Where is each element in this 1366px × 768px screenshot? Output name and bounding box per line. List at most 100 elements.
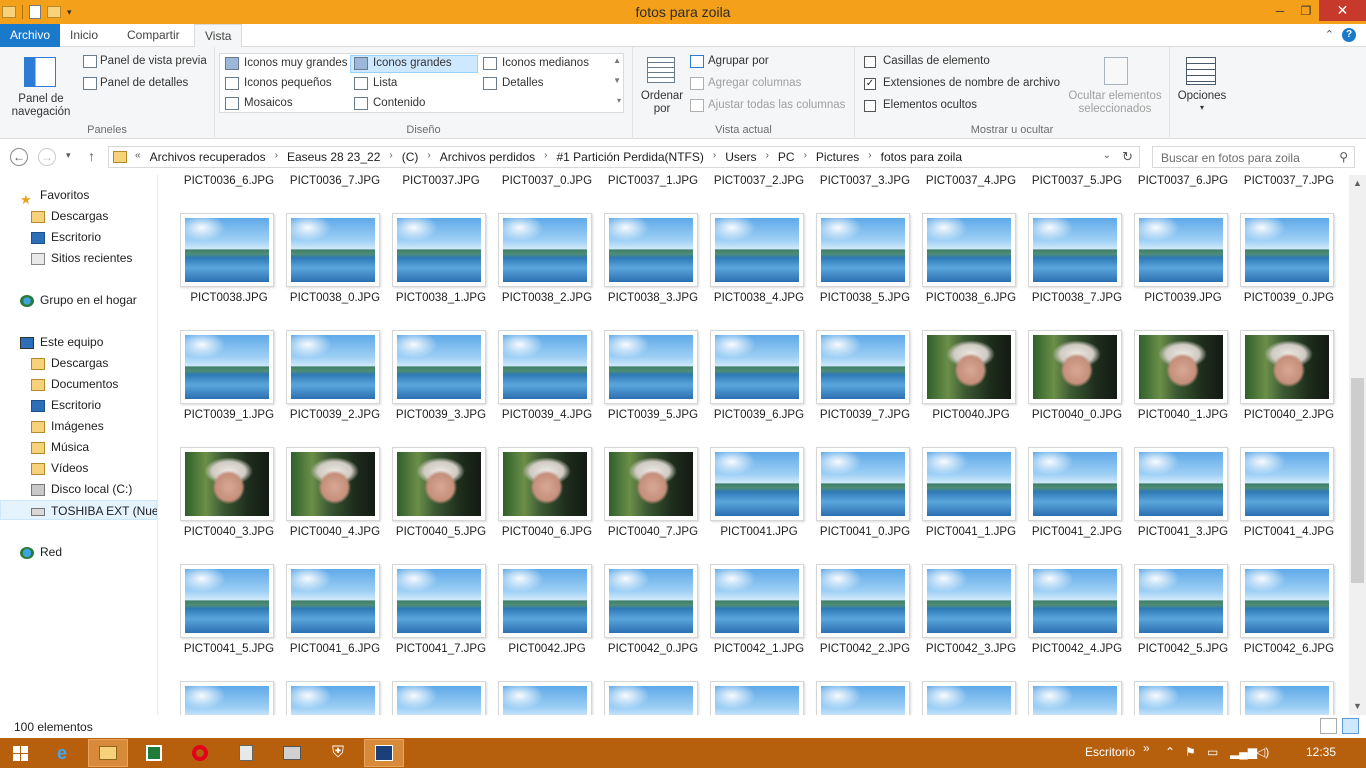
file-item[interactable] (1236, 681, 1341, 715)
taskbar-defender[interactable]: ⛨ (318, 739, 358, 767)
details-pane-button[interactable]: Panel de detalles (100, 77, 188, 89)
taskbar-notes[interactable] (226, 739, 266, 767)
file-item[interactable] (388, 681, 494, 715)
breadcrumb-separator-icon[interactable]: › (709, 150, 720, 164)
file-item[interactable]: PICT0042.JPG (494, 564, 600, 681)
breadcrumb-item[interactable]: Archivos recuperados (145, 150, 271, 164)
tab-inicio[interactable]: Inicio (60, 24, 108, 47)
navigation-pane-button[interactable]: Panel de navegación (10, 53, 72, 118)
taskbar-app-8[interactable] (364, 739, 404, 767)
file-item[interactable]: PICT0040_7.JPG (600, 447, 706, 564)
breadcrumb-overflow-icon[interactable]: « (131, 150, 145, 164)
group-by-button[interactable]: Agrupar por (708, 55, 769, 67)
clock[interactable]: 12:35 (1306, 745, 1336, 759)
breadcrumb-item[interactable]: Users (720, 150, 761, 164)
breadcrumb-item[interactable]: (C) (397, 150, 424, 164)
scroll-up-icon[interactable]: ▲ (1349, 175, 1366, 192)
file-item[interactable]: PICT0039.JPG (1130, 213, 1236, 330)
file-item[interactable]: PICT0039_1.JPG (176, 330, 282, 447)
file-item[interactable]: PICT0041_2.JPG (1024, 447, 1130, 564)
file-item[interactable]: PICT0042_6.JPG (1236, 564, 1341, 681)
search-box[interactable]: Buscar en fotos para zoila ⚲ (1152, 146, 1355, 168)
file-item[interactable]: PICT0038_2.JPG (494, 213, 600, 330)
breadcrumb-item[interactable]: PC (773, 150, 800, 164)
file-item[interactable]: PICT0037_3.JPG (812, 175, 918, 213)
nav-pc-toshiba[interactable]: TOSHIBA EXT (Nuev (0, 500, 157, 520)
file-item[interactable]: PICT0041_4.JPG (1236, 447, 1341, 564)
layout-small-icons[interactable]: Iconos pequeños (244, 77, 332, 89)
taskbar-app-6[interactable] (272, 739, 312, 767)
breadcrumb-item[interactable]: Pictures (811, 150, 864, 164)
layout-large-icons[interactable]: Iconos grandes (373, 57, 452, 69)
file-item[interactable]: PICT0041_1.JPG (918, 447, 1024, 564)
minimize-button[interactable]: ─ (1267, 0, 1293, 21)
hide-selected-button[interactable]: Ocultar elementos seleccionados (1060, 53, 1170, 117)
file-item[interactable]: PICT0042_1.JPG (706, 564, 812, 681)
file-item[interactable]: PICT0038_0.JPG (282, 213, 388, 330)
help-icon[interactable]: ? (1342, 28, 1356, 42)
file-item[interactable]: PICT0042_4.JPG (1024, 564, 1130, 681)
file-item[interactable]: PICT0037_2.JPG (706, 175, 812, 213)
tab-compartir[interactable]: Compartir (117, 24, 190, 47)
breadcrumb-separator-icon[interactable]: › (423, 150, 434, 164)
file-extensions-checkbox[interactable]: ✓ (864, 78, 876, 90)
vertical-scrollbar[interactable]: ▲ ▼ (1349, 175, 1366, 715)
tab-archivo[interactable]: Archivo (0, 24, 61, 47)
file-item[interactable]: PICT0037_5.JPG (1024, 175, 1130, 213)
layout-tiles[interactable]: Mosaicos (244, 97, 293, 109)
gallery-more-icon[interactable]: ▾ (617, 96, 621, 105)
back-button[interactable]: ← (10, 148, 28, 166)
nav-fav-descargas[interactable]: Descargas (31, 206, 108, 226)
taskbar-excel[interactable] (134, 739, 174, 767)
nav-fav-escritorio[interactable]: Escritorio (31, 227, 101, 247)
nav-favoritos[interactable]: ★ Favoritos (20, 185, 89, 207)
file-item[interactable] (918, 681, 1024, 715)
nav-pc-imagenes[interactable]: Imágenes (31, 416, 104, 436)
file-item[interactable]: PICT0038_4.JPG (706, 213, 812, 330)
breadcrumb-item[interactable]: Archivos perdidos (435, 150, 540, 164)
file-item[interactable]: PICT0041_6.JPG (282, 564, 388, 681)
file-item[interactable]: PICT0042_0.JPG (600, 564, 706, 681)
breadcrumb-item[interactable]: #1 Partición Perdida(NTFS) (551, 150, 708, 164)
start-button[interactable] (0, 739, 40, 767)
breadcrumb-separator-icon[interactable]: › (540, 150, 551, 164)
file-item[interactable] (706, 681, 812, 715)
breadcrumb-separator-icon[interactable]: › (762, 150, 773, 164)
toolbar-chevron-icon[interactable]: » (1143, 741, 1150, 755)
file-item[interactable]: PICT0037_7.JPG (1236, 175, 1341, 213)
file-item[interactable] (1024, 681, 1130, 715)
file-item[interactable]: PICT0042_5.JPG (1130, 564, 1236, 681)
file-item[interactable]: PICT0039_5.JPG (600, 330, 706, 447)
file-item[interactable]: PICT0040_1.JPG (1130, 330, 1236, 447)
item-checkboxes-checkbox[interactable] (864, 56, 876, 68)
breadcrumb-separator-icon[interactable]: › (385, 150, 396, 164)
file-item[interactable]: PICT0042_2.JPG (812, 564, 918, 681)
add-columns-button[interactable]: Agregar columnas (708, 77, 801, 89)
file-item[interactable]: PICT0041_3.JPG (1130, 447, 1236, 564)
scrollbar-thumb[interactable] (1351, 378, 1364, 583)
hidden-items-checkbox[interactable] (864, 100, 876, 112)
file-item[interactable]: PICT0038_6.JPG (918, 213, 1024, 330)
power-icon[interactable]: ▭ (1207, 745, 1218, 759)
nav-pc-disco-local[interactable]: Disco local (C:) (31, 479, 132, 499)
file-item[interactable]: PICT0039_6.JPG (706, 330, 812, 447)
file-item[interactable] (282, 681, 388, 715)
fit-columns-button[interactable]: Ajustar todas las columnas (708, 99, 845, 111)
forward-button[interactable]: → (38, 148, 56, 166)
breadcrumb-separator-icon[interactable]: › (864, 150, 875, 164)
details-view-button[interactable] (1320, 718, 1337, 734)
address-bar[interactable]: «Archivos recuperados › Easeus 28 23_22 › (C… (108, 146, 1140, 168)
layout-list[interactable]: Lista (373, 77, 397, 89)
file-item[interactable]: PICT0039_0.JPG (1236, 213, 1341, 330)
file-item[interactable]: PICT0041_5.JPG (176, 564, 282, 681)
layout-details[interactable]: Detalles (502, 77, 544, 89)
file-item[interactable]: PICT0037.JPG (388, 175, 494, 213)
volume-icon[interactable]: ◁) (1256, 745, 1269, 759)
taskbar-file-explorer[interactable] (88, 739, 128, 767)
file-item[interactable] (812, 681, 918, 715)
nav-fav-recientes[interactable]: Sitios recientes (31, 248, 132, 268)
file-item[interactable]: PICT0040_6.JPG (494, 447, 600, 564)
tray-arrow-icon[interactable]: ⌃ (1165, 745, 1175, 759)
breadcrumb-separator-icon[interactable]: › (271, 150, 282, 164)
options-button[interactable]: Opciones ▾ (1172, 53, 1232, 123)
